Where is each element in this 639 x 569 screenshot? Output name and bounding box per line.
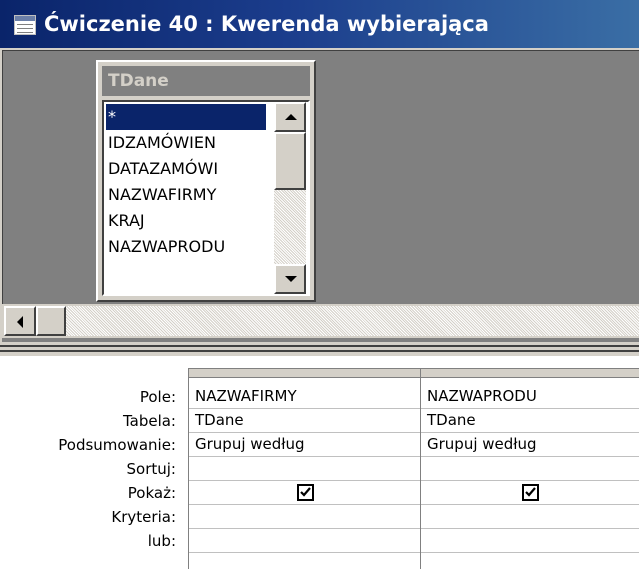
cell-sortuj[interactable] <box>189 457 420 481</box>
arrow-down-icon <box>285 276 297 282</box>
cell-kryteria[interactable] <box>421 505 639 529</box>
show-checkbox[interactable] <box>522 484 539 501</box>
cell-lub[interactable] <box>189 529 420 553</box>
cell-pokaz <box>421 481 639 505</box>
field-list-box[interactable]: * IDZAMÓWIEN DATAZAMÓWI NAZWAFIRMY KRAJ … <box>102 100 310 296</box>
scroll-thumb[interactable] <box>274 132 306 190</box>
window-title: Ćwiczenie 40 : Kwerenda wybierająca <box>44 12 489 36</box>
row-label-pokaz: Pokaż: <box>127 484 176 502</box>
cell-kryteria[interactable] <box>189 505 420 529</box>
grid-column-2[interactable]: NAZWAPRODU TDane Grupuj według <box>421 368 639 569</box>
scroll-left-button[interactable] <box>4 306 36 336</box>
pane-splitter[interactable] <box>0 342 639 356</box>
row-label-tabela: Tabela: <box>122 412 176 430</box>
hscroll-thumb[interactable] <box>36 306 66 336</box>
field-item[interactable]: NAZWAFIRMY <box>108 182 216 208</box>
column-selector[interactable] <box>189 368 420 378</box>
field-list-scrollbar[interactable] <box>274 102 306 294</box>
column-selector[interactable] <box>421 368 639 378</box>
field-item[interactable]: IDZAMÓWIEN <box>108 130 216 156</box>
checkmark-icon <box>525 487 536 497</box>
field-item[interactable]: DATAZAMÓWI <box>108 156 218 182</box>
cell-pokaz <box>189 481 420 505</box>
title-bar[interactable]: Ćwiczenie 40 : Kwerenda wybierająca <box>0 0 639 48</box>
field-list-title[interactable]: TDane <box>102 66 310 96</box>
row-label-sortuj: Sortuj: <box>126 460 176 478</box>
scroll-track[interactable] <box>274 190 306 264</box>
row-label-pole: Pole: <box>139 388 176 406</box>
cell-sortuj[interactable] <box>421 457 639 481</box>
field-item[interactable]: KRAJ <box>108 208 145 234</box>
cell-pole[interactable]: NAZWAFIRMY <box>189 385 420 409</box>
field-item-all[interactable]: * <box>106 104 266 130</box>
arrow-left-icon <box>17 316 23 328</box>
checkmark-icon <box>299 487 311 497</box>
table-pane-hscrollbar[interactable] <box>2 304 639 338</box>
field-item[interactable]: NAZWAPRODU <box>108 234 225 260</box>
cell-tabela[interactable]: TDane <box>421 409 639 433</box>
design-grid: Pole: Tabela: Podsumowanie: Sortuj: Poka… <box>0 356 639 569</box>
scroll-down-button[interactable] <box>274 264 306 294</box>
cell-podsumowanie[interactable]: Grupuj według <box>189 433 420 457</box>
grid-column-1[interactable]: NAZWAFIRMY TDane Grupuj według <box>189 368 420 569</box>
query-window-icon[interactable] <box>14 15 36 35</box>
scroll-up-button[interactable] <box>274 102 306 132</box>
cell-lub[interactable] <box>421 529 639 553</box>
field-list-window[interactable]: TDane * IDZAMÓWIEN DATAZAMÓWI NAZWAFIRMY… <box>96 60 316 302</box>
hscroll-track[interactable] <box>66 306 639 336</box>
cell-podsumowanie[interactable]: Grupuj według <box>421 433 639 457</box>
cell-tabela[interactable]: TDane <box>189 409 420 433</box>
row-label-podsumowanie: Podsumowanie: <box>58 436 176 454</box>
cell-pole[interactable]: NAZWAPRODU <box>421 385 639 409</box>
row-label-lub: lub: <box>147 532 176 550</box>
row-label-kryteria: Kryteria: <box>111 508 176 526</box>
show-checkbox[interactable] <box>296 484 314 501</box>
arrow-up-icon <box>285 114 297 120</box>
